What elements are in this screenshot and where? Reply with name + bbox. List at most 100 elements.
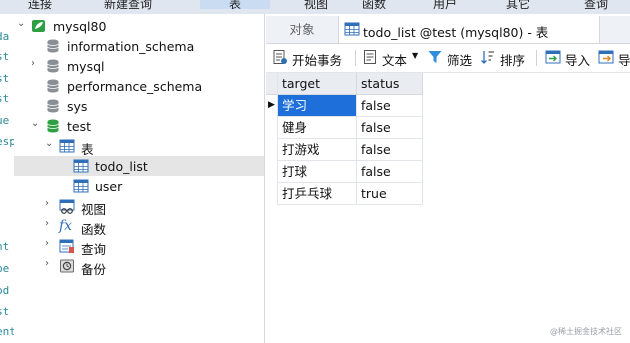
- backup-icon: [60, 259, 74, 273]
- menu-other[interactable]: 其它: [506, 0, 530, 12]
- menu-user[interactable]: 用户: [433, 0, 457, 12]
- grid-cell[interactable]: 打乒乓球: [278, 183, 357, 205]
- tree-connection-mysql80[interactable]: ⌄ mysql80: [14, 16, 264, 36]
- begin-transaction-button[interactable]: 开始事务: [272, 49, 348, 68]
- tree-db-sys[interactable]: sys: [14, 96, 264, 116]
- tree-table-todo-list[interactable]: todo_list: [14, 156, 264, 176]
- tree-label: mysql: [67, 59, 105, 74]
- tree-group-functions[interactable]: › fx 函数: [14, 216, 264, 237]
- tree-label: mysql80: [53, 19, 107, 34]
- editor-tab-bar: 对象 todo_list @test (mysql80) - 表: [266, 16, 630, 44]
- tree-group-backups[interactable]: › 备份: [14, 256, 264, 278]
- toolbar-label: 排序: [500, 53, 526, 68]
- grid-cell[interactable]: 打球: [278, 161, 357, 183]
- menu-connect[interactable]: 连接: [28, 0, 52, 12]
- tree-label: sys: [67, 99, 88, 114]
- toolbar-label: 开始事务: [292, 53, 343, 68]
- export-icon: [598, 50, 614, 64]
- import-button[interactable]: 导入: [545, 49, 593, 68]
- database-open-icon: [47, 119, 59, 133]
- object-tree: ⌄ mysql80 information_schema › mysql per…: [14, 14, 265, 343]
- tree-db-performance-schema[interactable]: performance_schema: [14, 76, 264, 96]
- menu-new-query[interactable]: 新建查询: [104, 0, 152, 12]
- grid-cell[interactable]: 学习: [278, 95, 357, 117]
- grid-corner: [266, 73, 278, 95]
- grid-cell[interactable]: false: [357, 95, 423, 117]
- grid-cell[interactable]: false: [357, 117, 423, 139]
- column-header-target[interactable]: target: [278, 73, 357, 95]
- table-icon: [73, 179, 89, 193]
- tree-table-user[interactable]: user: [14, 176, 264, 196]
- database-icon: [47, 59, 59, 73]
- views-icon: [59, 199, 75, 214]
- query-icon: [59, 239, 74, 253]
- peek-text: ent: [0, 325, 15, 338]
- row-indicator[interactable]: [266, 161, 278, 183]
- peek-text: esp: [0, 135, 15, 148]
- tab-todo-list[interactable]: todo_list @test (mysql80) - 表: [338, 16, 600, 43]
- text-icon: [364, 50, 376, 64]
- row-indicator[interactable]: [266, 183, 278, 205]
- row-indicator[interactable]: [266, 139, 278, 161]
- import-icon: [545, 50, 561, 64]
- grid-cell[interactable]: 健身: [278, 117, 357, 139]
- menu-function[interactable]: 函数: [362, 0, 386, 12]
- toolbar-label: 文本: [382, 53, 408, 68]
- tree-label: test: [67, 119, 92, 134]
- peek-text: od: [0, 284, 10, 297]
- text-button[interactable]: 文本 ▼: [362, 49, 420, 68]
- peek-text: st: [0, 92, 10, 105]
- sort-button[interactable]: 排序: [480, 49, 526, 68]
- menu-view[interactable]: 视图: [304, 0, 328, 12]
- row-indicator[interactable]: ▶: [266, 95, 278, 117]
- dropdown-arrow-icon[interactable]: ▼: [412, 51, 418, 60]
- grid-cell[interactable]: 打游戏: [278, 139, 357, 161]
- expanded-chevron-icon[interactable]: ⌄: [17, 19, 27, 29]
- grid-cell[interactable]: true: [357, 183, 423, 205]
- database-icon: [47, 39, 59, 53]
- tree-label: performance_schema: [67, 79, 203, 94]
- peek-text: ht: [0, 240, 10, 253]
- tree-label: user: [95, 179, 123, 194]
- database-icon: [47, 79, 59, 93]
- toolbar-label: 导: [618, 53, 630, 67]
- tree-group-queries[interactable]: › 查询: [14, 236, 264, 258]
- expanded-chevron-icon[interactable]: ⌄: [45, 139, 55, 149]
- menu-query[interactable]: 查询: [584, 0, 608, 12]
- peek-text: st: [0, 50, 10, 63]
- tables-folder-icon: [59, 139, 75, 153]
- export-button[interactable]: 导: [598, 49, 630, 67]
- tree-group-views[interactable]: › 视图: [14, 196, 264, 218]
- grid-cell[interactable]: false: [357, 161, 423, 183]
- peek-text: pe: [0, 262, 10, 275]
- main-menu-bar: 连接 新建查询 表 视图 函数 用户 其它 查询: [0, 0, 630, 14]
- tree-db-information-schema[interactable]: information_schema: [14, 36, 264, 56]
- toolbar-label: 筛选: [447, 53, 473, 68]
- peek-text: st: [0, 72, 10, 85]
- grid-cell[interactable]: false: [357, 139, 423, 161]
- tree-group-tables[interactable]: ⌄ 表: [14, 136, 264, 158]
- function-icon: fx: [59, 218, 73, 234]
- tab-objects[interactable]: 对象: [266, 16, 338, 43]
- expanded-chevron-icon[interactable]: ⌄: [31, 119, 41, 129]
- toolbar-label: 导入: [565, 53, 591, 68]
- collapsed-chevron-icon[interactable]: ›: [45, 199, 55, 209]
- toolbar-divider: [355, 50, 356, 66]
- menu-table[interactable]: 表: [200, 0, 270, 11]
- filter-funnel-icon: [428, 51, 442, 63]
- collapsed-chevron-icon[interactable]: ›: [31, 59, 41, 69]
- peek-text: da: [0, 30, 10, 43]
- tree-db-mysql[interactable]: › mysql: [14, 56, 264, 76]
- tree-label: todo_list: [95, 159, 148, 174]
- filter-button[interactable]: 筛选: [427, 49, 473, 68]
- database-icon: [47, 99, 59, 113]
- collapsed-chevron-icon[interactable]: ›: [45, 259, 55, 269]
- current-row-arrow-icon: ▶: [268, 100, 275, 110]
- column-header-status[interactable]: status: [357, 73, 423, 95]
- tree-db-test[interactable]: ⌄ test: [14, 116, 264, 136]
- sort-icon: [481, 51, 494, 64]
- collapsed-chevron-icon[interactable]: ›: [45, 219, 55, 229]
- table-toolbar: 开始事务 文本 ▼ 筛选 排序 导入 导: [266, 44, 630, 73]
- collapsed-chevron-icon[interactable]: ›: [45, 239, 55, 249]
- row-indicator[interactable]: [266, 117, 278, 139]
